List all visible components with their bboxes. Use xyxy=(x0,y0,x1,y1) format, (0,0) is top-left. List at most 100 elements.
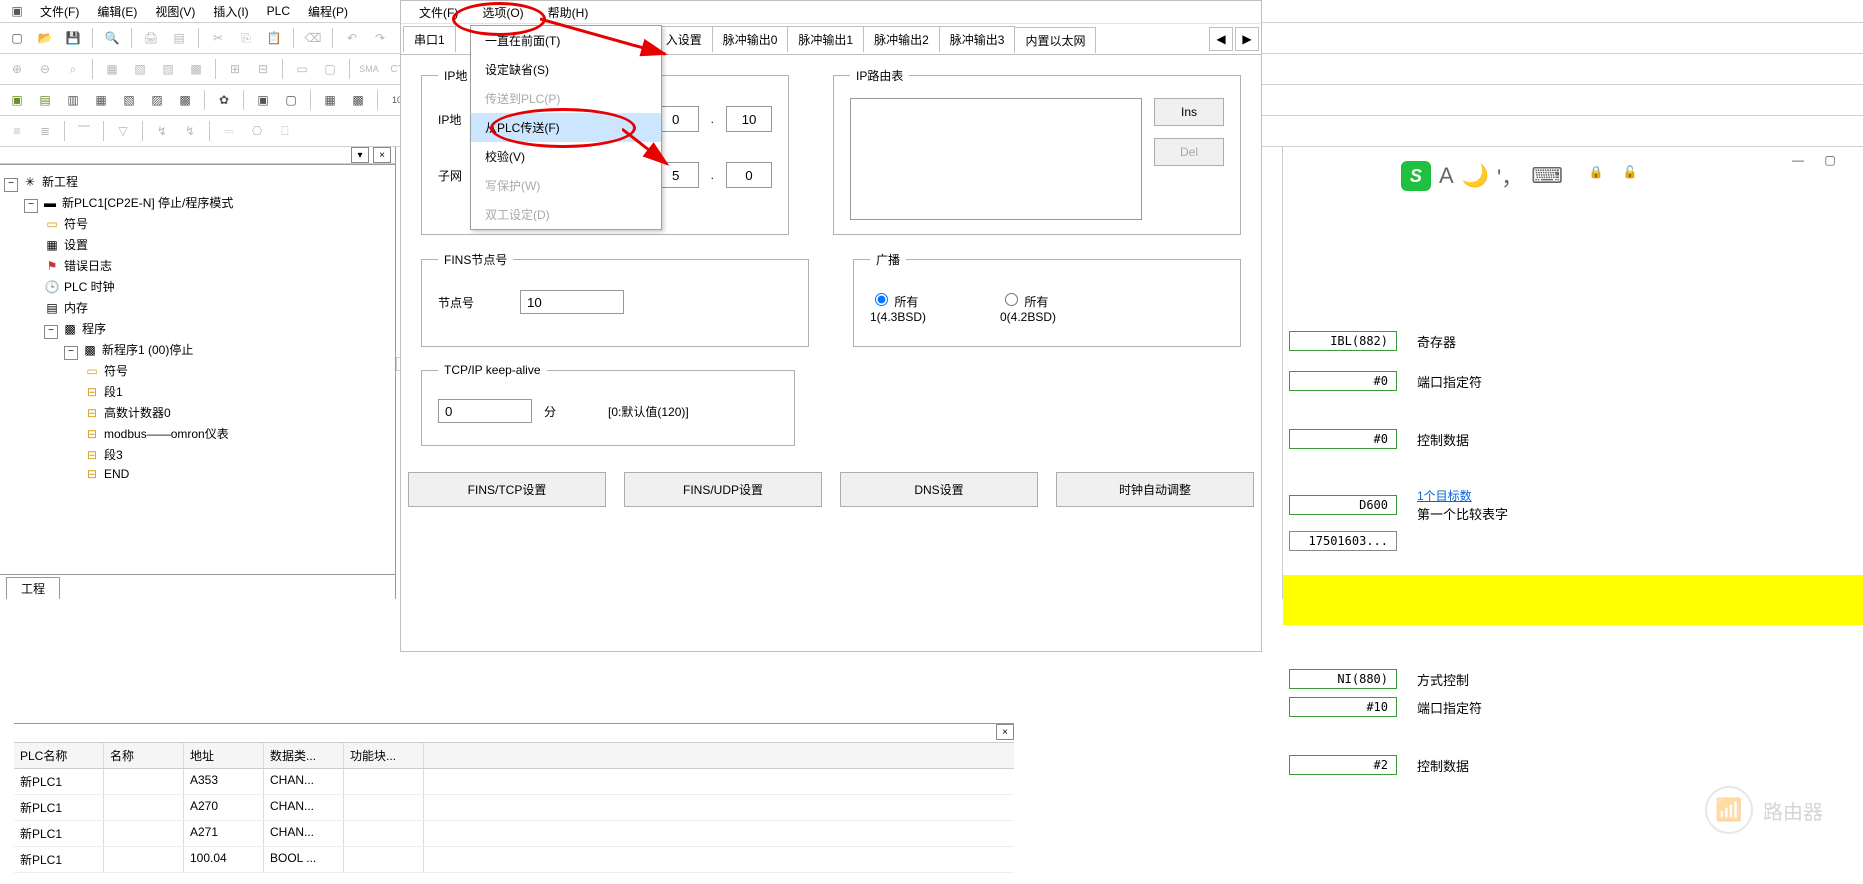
new-icon[interactable]: ▢ xyxy=(4,25,30,51)
menu-plc[interactable]: PLC xyxy=(259,2,298,20)
tree-end[interactable]: ⊟END xyxy=(84,465,391,483)
tab-input[interactable]: 入设置 xyxy=(655,26,713,52)
tb3-e-icon[interactable]: ▧ xyxy=(116,87,142,113)
clock-button[interactable]: 时钟自动调整 xyxy=(1056,472,1254,507)
tb3-d-icon[interactable]: ▦ xyxy=(88,87,114,113)
dlg-menu-file[interactable]: 文件(F) xyxy=(409,2,468,23)
tab-pulse1[interactable]: 脉冲输出1 xyxy=(787,26,864,52)
tree-modbus[interactable]: ⊟modbus——omron仪表 xyxy=(84,423,391,444)
tb3-g-icon[interactable]: ▩ xyxy=(172,87,198,113)
tree-errlog[interactable]: ⚑错误日志 xyxy=(44,255,391,276)
ime-keyboard-icon[interactable]: ⌨ xyxy=(1531,163,1563,189)
tabs-scroll-right-icon[interactable]: ▶ xyxy=(1235,27,1259,51)
bc-all0-radio[interactable]: 所有0(4.2BSD) xyxy=(1000,290,1070,324)
table-row[interactable]: 新PLC1A353CHAN... xyxy=(14,769,1014,795)
table-row[interactable]: 新PLC1A271CHAN... xyxy=(14,821,1014,847)
route-ins-button[interactable]: Ins xyxy=(1154,98,1224,126)
win-min-icon[interactable]: — xyxy=(1785,147,1811,173)
lock-icon[interactable]: 🔒 xyxy=(1583,159,1609,185)
ip-oct4[interactable] xyxy=(726,106,772,132)
tb4-g-icon: ⎓ xyxy=(216,118,242,144)
tree-symbols[interactable]: ▭符号 xyxy=(44,213,391,234)
tab-ethernet[interactable]: 内置以太网 xyxy=(1014,27,1096,53)
tree-programs[interactable]: −▩程序 −▩新程序1 (00)停止 ▭符号 ⊟段1 ⊟高数计数器0 xyxy=(44,318,391,487)
tree-p-symbols[interactable]: ▭符号 xyxy=(84,360,391,381)
tb4-e-icon: ↯ xyxy=(149,118,175,144)
unlock-icon[interactable]: 🔓 xyxy=(1617,159,1643,185)
tab-serial1[interactable]: 串口1 xyxy=(403,26,456,52)
tb3-i-icon[interactable]: ▣ xyxy=(250,87,276,113)
tb4-b-icon: ≣ xyxy=(32,118,58,144)
tb3-l-icon[interactable]: ▩ xyxy=(345,87,371,113)
tree-seg3[interactable]: ⊟段3 xyxy=(84,444,391,465)
ime-moon-icon[interactable]: 🌙 xyxy=(1462,163,1489,189)
r3-extra: 17501603... xyxy=(1289,531,1397,551)
tree-settings[interactable]: ▦设置 xyxy=(44,234,391,255)
tab-pulse2[interactable]: 脉冲输出2 xyxy=(863,26,940,52)
col-plc[interactable]: PLC名称 xyxy=(14,743,104,768)
print-preview-icon[interactable]: 🔍 xyxy=(99,25,125,51)
keepalive-input[interactable] xyxy=(438,399,532,423)
menu-program[interactable]: 编程(P) xyxy=(300,1,356,22)
tree-plc[interactable]: −▬新PLC1[CP2E-N] 停止/程序模式 ▭符号 ▦设置 ⚑错误日志 🕒P… xyxy=(24,192,391,489)
ime-logo-icon[interactable]: S xyxy=(1401,161,1431,191)
tree-modbus-label: modbus——omron仪表 xyxy=(104,427,229,441)
menu-edit[interactable]: 编辑(E) xyxy=(89,1,145,22)
dd-from-plc[interactable]: 从PLC传送(F) xyxy=(471,113,661,142)
menu-view[interactable]: 视图(V) xyxy=(147,1,203,22)
tree-root[interactable]: −✳新工程 −▬新PLC1[CP2E-N] 停止/程序模式 ▭符号 ▦设置 ⚑错… xyxy=(4,171,391,491)
tree-seg1[interactable]: ⊟段1 xyxy=(84,381,391,402)
dns-button[interactable]: DNS设置 xyxy=(840,472,1038,507)
win-max-icon[interactable]: ▢ xyxy=(1817,147,1843,173)
ime-comma-icon[interactable]: '， xyxy=(1497,160,1523,192)
delete-icon: ⌫ xyxy=(300,25,326,51)
paste-icon: 📋 xyxy=(261,25,287,51)
table-row[interactable]: 新PLC1A270CHAN... xyxy=(14,795,1014,821)
tab-pulse3[interactable]: 脉冲输出3 xyxy=(939,26,1016,52)
node-input[interactable] xyxy=(520,290,624,314)
tree-close-icon[interactable]: × xyxy=(373,147,391,163)
fins-tcp-button[interactable]: FINS/TCP设置 xyxy=(408,472,606,507)
watermark-label: 路由器 xyxy=(1763,796,1823,825)
tab-pulse0[interactable]: 脉冲输出0 xyxy=(712,26,789,52)
bc-all1-radio[interactable]: 所有1(4.3BSD) xyxy=(870,290,940,324)
r-hdr1-lbl: 奇存器 xyxy=(1417,332,1456,351)
tree-counter[interactable]: ⊟高数计数器0 xyxy=(84,402,391,423)
save-icon[interactable]: 💾 xyxy=(60,25,86,51)
tree-clock[interactable]: 🕒PLC 时钟 xyxy=(44,276,391,297)
r3-link[interactable]: 1个目标数 xyxy=(1417,489,1472,503)
tool-b-icon: ▧ xyxy=(127,56,153,82)
tb3-k-icon[interactable]: ▦ xyxy=(317,87,343,113)
page-icon: ▤ xyxy=(166,25,192,51)
tb3-a-icon[interactable]: ▣ xyxy=(4,87,30,113)
table-row[interactable]: 新PLC1100.04BOOL ... xyxy=(14,847,1014,873)
tree-prog1[interactable]: −▩新程序1 (00)停止 ▭符号 ⊟段1 ⊟高数计数器0 ⊟modbus——o… xyxy=(64,339,391,485)
dd-set-default[interactable]: 设定缺省(S) xyxy=(471,55,661,84)
fins-udp-button[interactable]: FINS/UDP设置 xyxy=(624,472,822,507)
col-name[interactable]: 名称 xyxy=(104,743,184,768)
tb3-h-icon[interactable]: ✿ xyxy=(211,87,237,113)
dlg-menu-help[interactable]: 帮助(H) xyxy=(538,2,599,23)
tb3-b-icon[interactable]: ▤ xyxy=(32,87,58,113)
sub-oct4[interactable] xyxy=(726,162,772,188)
tree-memory[interactable]: ▤内存 xyxy=(44,297,391,318)
ime-mode-icon[interactable]: A xyxy=(1439,163,1454,189)
dd-verify[interactable]: 校验(V) xyxy=(471,142,661,171)
watermark: 📶 路由器 xyxy=(1705,786,1823,834)
col-fb[interactable]: 功能块... xyxy=(344,743,424,768)
menu-insert[interactable]: 插入(I) xyxy=(205,1,256,22)
tree-tab-project[interactable]: 工程 xyxy=(6,577,60,599)
open-icon[interactable]: 📂 xyxy=(32,25,58,51)
menu-file[interactable]: 文件(F) xyxy=(32,1,87,22)
tb3-j-icon[interactable]: ▢ xyxy=(278,87,304,113)
col-addr[interactable]: 地址 xyxy=(184,743,264,768)
dd-always-top[interactable]: 一直在前面(T) xyxy=(471,26,661,55)
grid-close-icon[interactable]: × xyxy=(996,724,1014,740)
tb3-f-icon[interactable]: ▨ xyxy=(144,87,170,113)
dlg-menu-options[interactable]: 选项(O) xyxy=(472,2,533,23)
tb3-c-icon[interactable]: ▥ xyxy=(60,87,86,113)
tabs-scroll-left-icon[interactable]: ◀ xyxy=(1209,27,1233,51)
route-listbox[interactable] xyxy=(850,98,1142,220)
tree-undock-icon[interactable]: ▾ xyxy=(351,147,369,163)
col-dtype[interactable]: 数据类... xyxy=(264,743,344,768)
